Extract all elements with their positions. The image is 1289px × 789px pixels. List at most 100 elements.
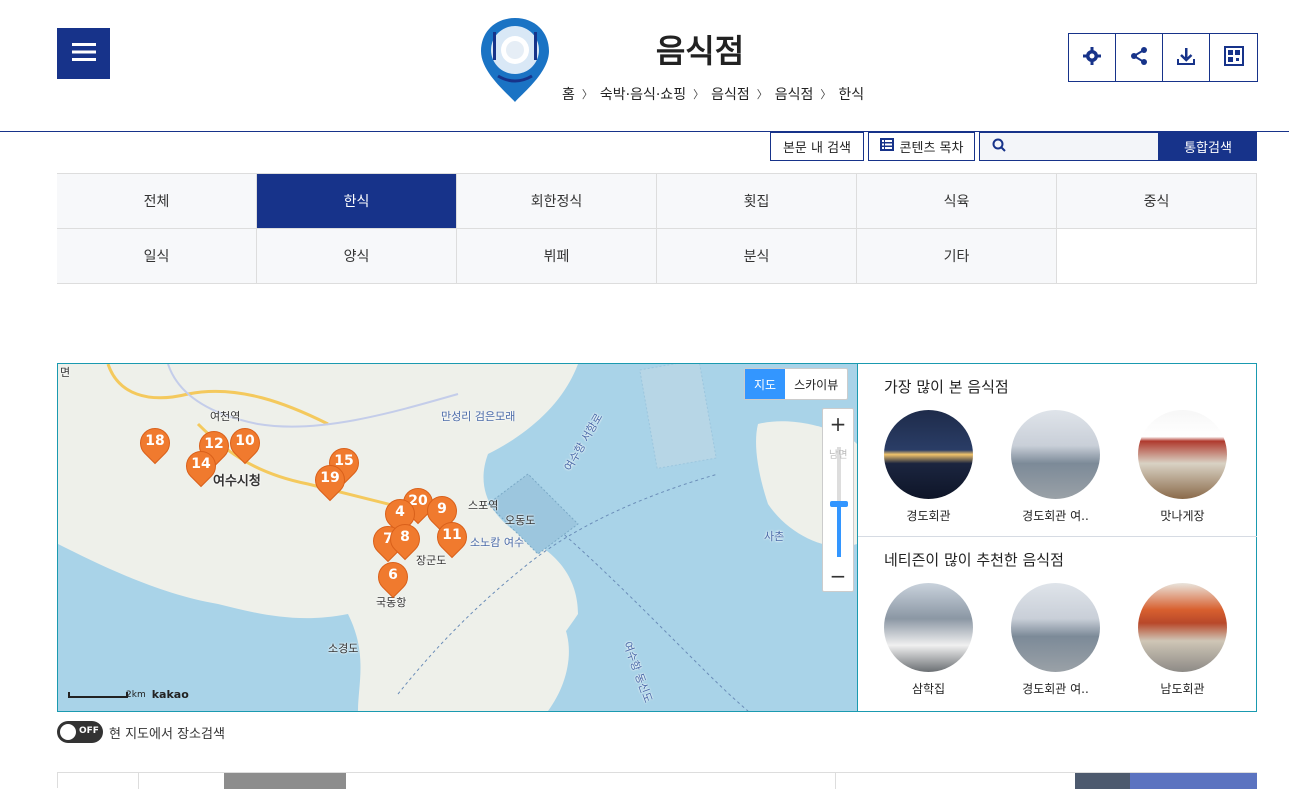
map-type-skyview-button[interactable]: 스카이뷰 (785, 369, 847, 399)
settings-button[interactable] (1069, 34, 1116, 81)
map-view[interactable]: 면 여천역 만성리 검은모래 여수시청 오동도 소노캄 여수 장군도 국동항 소… (58, 364, 857, 711)
map-scale: 2km kakao (68, 688, 189, 701)
qr-code-button[interactable] (1210, 34, 1257, 81)
restaurant-photo (884, 583, 973, 672)
breadcrumb-item[interactable]: 음식점 (711, 84, 750, 104)
map-place-label: 스포역 (468, 499, 499, 512)
breadcrumb-item[interactable]: 숙박·음식·쇼핑 (600, 84, 686, 104)
category-tab[interactable]: 분식 (657, 229, 857, 284)
breadcrumb-item[interactable]: 음식점 (775, 84, 814, 104)
recommended-item[interactable]: 삼학집 (884, 583, 973, 697)
zoom-level-fill (837, 504, 841, 557)
map-section: 면 여천역 만성리 검은모래 여수시청 오동도 소노캄 여수 장군도 국동항 소… (57, 363, 1257, 712)
restaurant-logo-icon (478, 14, 552, 104)
breadcrumb-current[interactable]: 한식 (838, 84, 864, 104)
zoom-out-button[interactable]: − (823, 561, 853, 591)
contents-toc-button[interactable]: 콘텐츠 목차 (868, 132, 975, 161)
category-tab[interactable]: 횟집 (657, 174, 857, 229)
category-tab[interactable]: 회한정식 (457, 174, 657, 229)
search-icon (992, 137, 1006, 156)
panel-divider (858, 536, 1257, 537)
kakao-logo: kakao (151, 688, 189, 701)
restaurant-photo (1011, 583, 1100, 672)
restaurant-name: 경도회관 (906, 509, 951, 523)
share-icon (1129, 46, 1149, 70)
chevron-right-icon: 〉 (756, 88, 768, 101)
category-tab[interactable]: 양식 (257, 229, 457, 284)
restaurant-photo (1011, 410, 1100, 499)
restaurant-photo (884, 410, 973, 499)
category-tab[interactable]: 전체 (57, 174, 257, 229)
restaurant-ranking-panel: 가장 많이 본 음식점 경도회관 경도회관 여.. 맛나게장 네티즌이 많이 추… (857, 364, 1257, 711)
most-viewed-item[interactable]: 맛나게장 (1138, 410, 1227, 524)
category-tab[interactable]: 일식 (57, 229, 257, 284)
integrated-search-button[interactable]: 통합검색 (1159, 132, 1257, 161)
zoom-slider-handle[interactable] (830, 501, 848, 507)
toggle-label: 현 지도에서 장소검색 (109, 726, 225, 742)
restaurant-name: 남도회관 (1160, 682, 1205, 696)
chevron-right-icon: 〉 (693, 88, 705, 101)
restaurant-name: 삼학집 (911, 682, 946, 696)
category-tab[interactable]: 중식 (1057, 174, 1257, 229)
map-marker[interactable]: 10 (223, 421, 267, 466)
map-marker[interactable]: 6 (371, 555, 415, 600)
inner-search-button[interactable]: 본문 내 검색 (770, 132, 864, 161)
zoom-level-label: 남면 (829, 450, 848, 461)
qr-code-icon (1223, 45, 1244, 70)
zoom-in-button[interactable]: + (823, 409, 853, 439)
download-icon (1176, 46, 1196, 70)
category-tab-empty (1057, 229, 1257, 284)
map-marker[interactable]: 19 (308, 458, 352, 503)
scale-bar (68, 691, 128, 698)
restaurant-name: 경도회관 여.. (1022, 682, 1089, 696)
menu-button[interactable] (57, 28, 110, 79)
recommended-list: 삼학집 경도회관 여.. 남도회관 (884, 583, 1227, 697)
page-title: 음식점 (655, 32, 745, 70)
restaurant-photo (1138, 583, 1227, 672)
map-type-map-button[interactable]: 지도 (745, 369, 786, 399)
map-place-label: 여수시청 (213, 474, 261, 489)
restaurant-name: 맛나게장 (1160, 509, 1205, 523)
breadcrumb-home[interactable]: 홈 (562, 84, 575, 104)
most-viewed-list: 경도회관 경도회관 여.. 맛나게장 (884, 410, 1227, 524)
contents-toc-label: 콘텐츠 목차 (899, 141, 964, 156)
breadcrumb: 홈 〉 숙박·음식·쇼핑 〉 음식점 〉 음식점 〉 한식 (562, 84, 864, 104)
most-viewed-item[interactable]: 경도회관 (884, 410, 973, 524)
map-place-label: 소노캄 여수 (470, 536, 525, 549)
map-marker[interactable]: 18 (133, 421, 177, 466)
category-tab[interactable]: 식육 (857, 174, 1057, 229)
map-place-label: 만성리 검은모래 (441, 410, 516, 423)
map-area-search-toggle-row: OFF 현 지도에서 장소검색 (57, 721, 225, 743)
map-place-label: 사촌 (764, 530, 785, 543)
map-area-search-toggle[interactable]: OFF (57, 721, 103, 743)
toggle-state: OFF (79, 726, 99, 736)
zoom-control: + 남면 − (822, 408, 854, 592)
scale-label: 2km (126, 689, 146, 700)
map-place-label: 오동도 (505, 514, 536, 527)
map-marker[interactable]: 11 (430, 515, 474, 560)
hamburger-icon (71, 42, 96, 66)
map-marker[interactable]: 14 (179, 444, 223, 489)
category-tab[interactable]: 기타 (857, 229, 1057, 284)
search-input[interactable] (1012, 133, 1152, 160)
recommended-item[interactable]: 경도회관 여.. (1011, 583, 1100, 697)
most-viewed-item[interactable]: 경도회관 여.. (1011, 410, 1100, 524)
map-marker[interactable]: 8 (383, 517, 427, 562)
download-button[interactable] (1163, 34, 1210, 81)
plus-icon: + (829, 412, 847, 436)
tool-buttons (1068, 33, 1258, 82)
category-tab-active[interactable]: 한식 (257, 174, 457, 229)
chevron-right-icon: 〉 (820, 88, 832, 101)
category-tab[interactable]: 뷔페 (457, 229, 657, 284)
recommended-title: 네티즌이 많이 추천한 음식점 (884, 551, 1064, 569)
list-icon (879, 138, 894, 155)
bottom-section-edge (57, 772, 1257, 789)
inner-search-label: 본문 내 검색 (782, 141, 852, 156)
map-place-label: 여천역 (210, 410, 241, 423)
toggle-knob (60, 724, 76, 740)
category-tabs: 전체 한식 회한정식 횟집 식육 중식 일식 양식 뷔페 분식 기타 (57, 173, 1257, 284)
recommended-item[interactable]: 남도회관 (1138, 583, 1227, 697)
map-place-label: 면 (60, 366, 71, 379)
share-button[interactable] (1116, 34, 1163, 81)
most-viewed-title: 가장 많이 본 음식점 (884, 378, 1009, 396)
